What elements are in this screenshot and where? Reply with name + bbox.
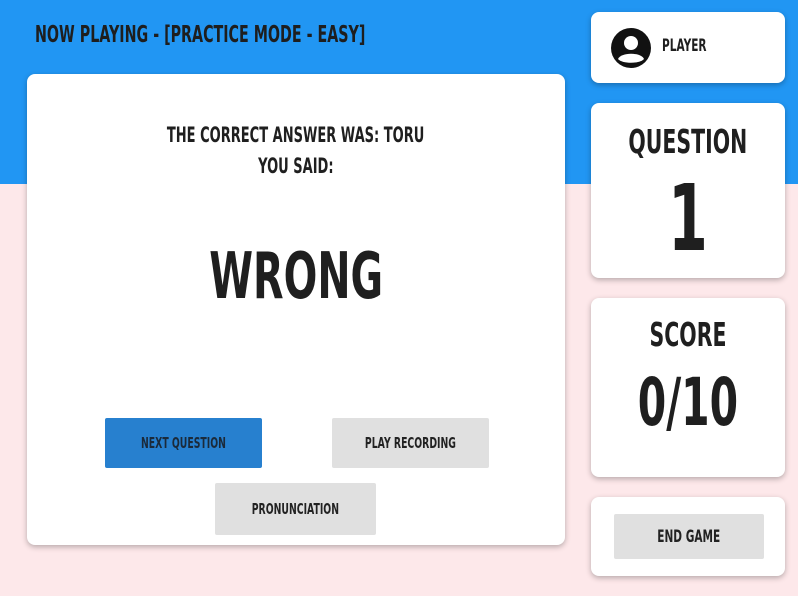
question-number: 1 <box>591 165 785 272</box>
verdict-text: WRONG <box>27 240 565 314</box>
result-card: THE CORRECT ANSWER WAS: TORU YOU SAID: W… <box>27 74 565 545</box>
play-recording-button[interactable]: PLAY RECORDING <box>332 418 489 468</box>
end-game-card: END GAME <box>591 497 785 576</box>
score-card: SCORE 0/10 <box>591 298 785 477</box>
question-heading: QUESTION <box>591 122 785 161</box>
play-recording-label: PLAY RECORDING <box>364 434 457 452</box>
you-said-label: YOU SAID: <box>258 154 334 178</box>
player-card: PLAYER <box>591 12 785 83</box>
player-name-label: PLAYER <box>662 36 707 56</box>
next-question-label: NEXT QUESTION <box>141 434 226 452</box>
score-heading: SCORE <box>591 315 785 354</box>
account-circle-icon <box>611 28 651 68</box>
question-number-label: 1 <box>668 165 708 272</box>
pronunciation-label: PRONUNCIATION <box>251 500 340 518</box>
question-heading-label: QUESTION <box>628 122 748 161</box>
correct-answer-label: THE CORRECT ANSWER WAS: TORU <box>167 123 425 147</box>
page-title: NOW PLAYING - [PRACTICE MODE - EASY] <box>35 22 366 48</box>
correct-answer-text: THE CORRECT ANSWER WAS: TORU <box>27 123 565 147</box>
score-value: 0/10 <box>591 364 785 441</box>
score-heading-label: SCORE <box>649 315 727 354</box>
score-value-label: 0/10 <box>637 364 739 441</box>
end-game-button[interactable]: END GAME <box>614 514 764 559</box>
next-question-button[interactable]: NEXT QUESTION <box>105 418 262 468</box>
you-said-text: YOU SAID: <box>27 154 565 178</box>
verdict-label: WRONG <box>209 240 383 314</box>
player-name: PLAYER <box>662 36 734 56</box>
pronunciation-button[interactable]: PRONUNCIATION <box>215 483 376 535</box>
question-card: QUESTION 1 <box>591 103 785 278</box>
end-game-label: END GAME <box>657 526 721 547</box>
